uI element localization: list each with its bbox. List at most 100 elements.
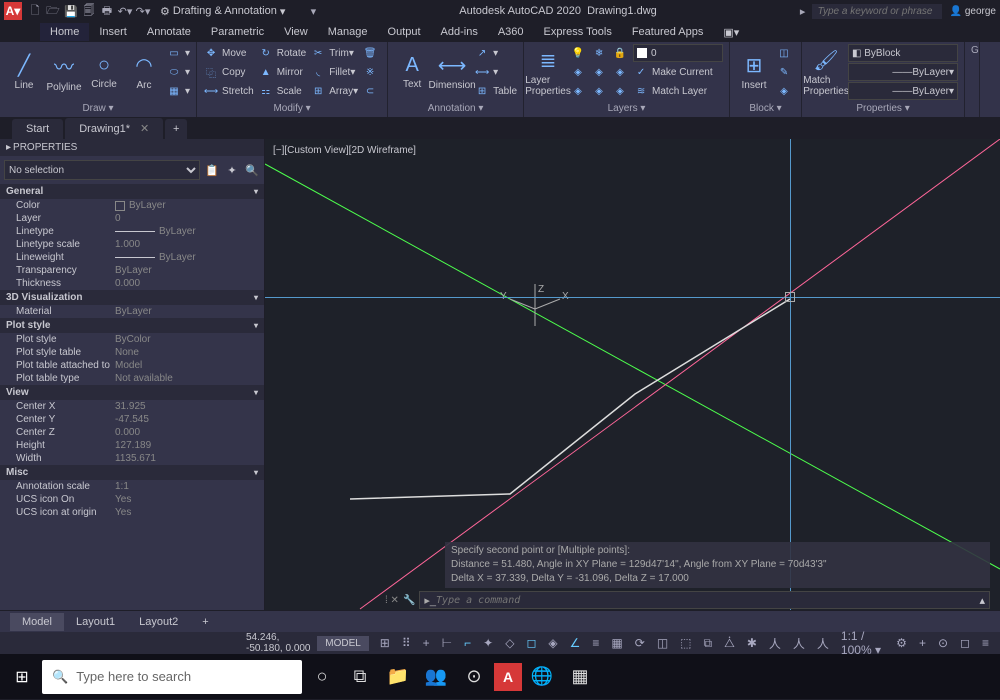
make-current-button[interactable]: ✓Make Current	[633, 63, 713, 81]
block-edit-icon[interactable]: ✎	[776, 63, 795, 81]
layout-new[interactable]: +	[190, 613, 220, 631]
match-properties-button[interactable]: 🖌Match Properties	[808, 44, 844, 100]
fillet-button[interactable]: ◟Fillet ▾	[310, 63, 358, 81]
panel-modify-title[interactable]: Modify ▾	[203, 102, 381, 115]
tab-start[interactable]: Start	[12, 119, 63, 139]
section-3dviz[interactable]: 3D Visualization	[0, 290, 264, 305]
pickadd-icon[interactable]: 📋	[204, 162, 220, 178]
layer-on-icon[interactable]: ◈	[570, 82, 589, 100]
tab-output[interactable]: Output	[378, 23, 431, 41]
linetype-combo[interactable]: —— ByLayer ▾	[848, 63, 958, 81]
panel-block-title[interactable]: Block ▾	[736, 102, 795, 115]
qat-redo-icon[interactable]: ↷▾	[135, 3, 151, 19]
monitor-icon[interactable]: +	[914, 634, 931, 652]
cmdline-recent-icon[interactable]: ▴	[979, 594, 985, 607]
color-combo[interactable]: ◧ ByBlock	[848, 44, 958, 62]
panel-layers-title[interactable]: Layers ▾	[530, 102, 723, 115]
quick-select-icon[interactable]: 🔍	[244, 162, 260, 178]
panel-draw-title[interactable]: Draw ▾	[6, 102, 190, 115]
infer-icon[interactable]: +	[418, 634, 435, 652]
qat-open-icon[interactable]: 🗁	[45, 3, 61, 19]
tab-view[interactable]: View	[274, 23, 318, 41]
stretch-button[interactable]: ⟷Stretch	[203, 82, 254, 100]
layer-combo[interactable]: 0	[633, 44, 723, 62]
filter-icon[interactable]: ⧉	[699, 634, 718, 653]
ortho-icon[interactable]: ⌐	[459, 634, 476, 652]
user-menu[interactable]: george	[950, 6, 996, 17]
qat-overflow-icon[interactable]: ▾	[305, 3, 321, 19]
teams-icon[interactable]: 👥	[418, 659, 454, 695]
lineweight-combo[interactable]: —— ByLayer ▾	[848, 82, 958, 100]
qat-new-icon[interactable]: 🗋	[27, 3, 43, 19]
table-button[interactable]: ⊞Table	[474, 82, 517, 100]
help-search-input[interactable]	[812, 4, 942, 19]
taskview-icon[interactable]: ⧉	[342, 659, 378, 695]
lineweight-icon[interactable]: ≡	[587, 634, 604, 652]
section-misc[interactable]: Misc	[0, 465, 264, 480]
explorer-icon[interactable]: 📁	[380, 659, 416, 695]
block-attr-icon[interactable]: ◈	[776, 82, 795, 100]
section-plot[interactable]: Plot style	[0, 318, 264, 333]
status-model[interactable]: MODEL	[317, 636, 369, 651]
layer-lock-icon[interactable]: 🔒	[612, 44, 631, 62]
customize-icon[interactable]: ≡	[977, 634, 994, 652]
insert-button[interactable]: ⊞Insert	[736, 44, 772, 100]
windows-search[interactable]: Type here to search	[42, 660, 302, 694]
tab-insert[interactable]: Insert	[89, 23, 137, 41]
erase-button[interactable]: 🗑	[362, 44, 381, 62]
block-create-icon[interactable]: ◫	[776, 44, 795, 62]
coordinates[interactable]: 54.246, -50.180, 0.000	[246, 632, 311, 654]
annotation-icon[interactable]: ✱	[742, 634, 762, 652]
panel-properties-title[interactable]: Properties ▾	[808, 102, 958, 115]
app-icon[interactable]: A▾	[4, 2, 22, 20]
scale-combo[interactable]: 1:1 / 100% ▾	[836, 627, 889, 659]
command-input-wrap[interactable]: ▸_ ▴	[419, 591, 990, 609]
tab-manage[interactable]: Manage	[318, 23, 378, 41]
polyline-button[interactable]: 〰Polyline	[46, 44, 82, 100]
close-icon[interactable]: ✕	[140, 123, 149, 135]
osnap-icon[interactable]: ◻	[521, 634, 541, 652]
cortana-icon[interactable]: ○	[304, 659, 340, 695]
rotate-button[interactable]: ↻Rotate	[258, 44, 306, 62]
3dosnap-icon[interactable]: ◈	[543, 634, 562, 652]
dynamic-ucs-icon[interactable]: ⬚	[675, 634, 696, 652]
circle-button[interactable]: ○Circle	[86, 44, 122, 100]
trim-button[interactable]: ✂Trim ▾	[310, 44, 358, 62]
cmdline-close-icon[interactable]: ⁞ ✕	[385, 595, 399, 606]
layout-2[interactable]: Layout2	[127, 613, 190, 631]
qat-save-icon[interactable]: 💾	[63, 3, 79, 19]
otrack-icon[interactable]: ∠	[565, 634, 586, 652]
iso-icon[interactable]: ◇	[500, 634, 519, 652]
layer-thaw-icon[interactable]: ◈	[591, 82, 610, 100]
start-button[interactable]: ⊞	[4, 659, 40, 695]
offset-button[interactable]: ⊂	[362, 82, 381, 100]
tab-express[interactable]: Express Tools	[534, 23, 622, 41]
layer-freeze-icon[interactable]: ❄	[591, 44, 610, 62]
draw-rect-button[interactable]: ▭▾	[166, 44, 190, 62]
gizmo-icon[interactable]: ⧊	[719, 634, 740, 653]
workspace-selector[interactable]: Drafting & Annotation ▾	[160, 5, 285, 18]
polar-icon[interactable]: ✦	[478, 634, 498, 652]
tab-a360[interactable]: A360	[488, 23, 534, 41]
layer-state-icon[interactable]: ◈	[612, 63, 631, 81]
autocad-taskbar-icon[interactable]: A	[494, 663, 522, 691]
new-tab-button[interactable]: +	[165, 119, 187, 139]
tab-addins[interactable]: Add-ins	[431, 23, 488, 41]
dimension-button[interactable]: ⟷Dimension	[434, 44, 470, 100]
cycling-icon[interactable]: ⟳	[630, 634, 650, 652]
workspace-icon[interactable]: ⚙	[891, 634, 912, 652]
array-button[interactable]: ⊞Array ▾	[310, 82, 358, 100]
section-general[interactable]: General	[0, 184, 264, 199]
layer-properties-button[interactable]: ≣Layer Properties	[530, 44, 566, 100]
explode-button[interactable]: ※	[362, 63, 381, 81]
layout-1[interactable]: Layout1	[64, 613, 127, 631]
clean-icon[interactable]: ◻	[955, 634, 975, 652]
arc-button[interactable]: ◠Arc	[126, 44, 162, 100]
dim-more-button[interactable]: ⟷▾	[474, 63, 517, 81]
text-button[interactable]: AText	[394, 44, 430, 100]
tab-featured[interactable]: Featured Apps	[622, 23, 714, 41]
snap-icon[interactable]: ⠿	[397, 634, 416, 652]
obs-icon[interactable]: ⊙	[456, 659, 492, 695]
layer-iso-icon[interactable]: ◈	[570, 63, 589, 81]
draw-hatch-button[interactable]: ▦▾	[166, 82, 190, 100]
